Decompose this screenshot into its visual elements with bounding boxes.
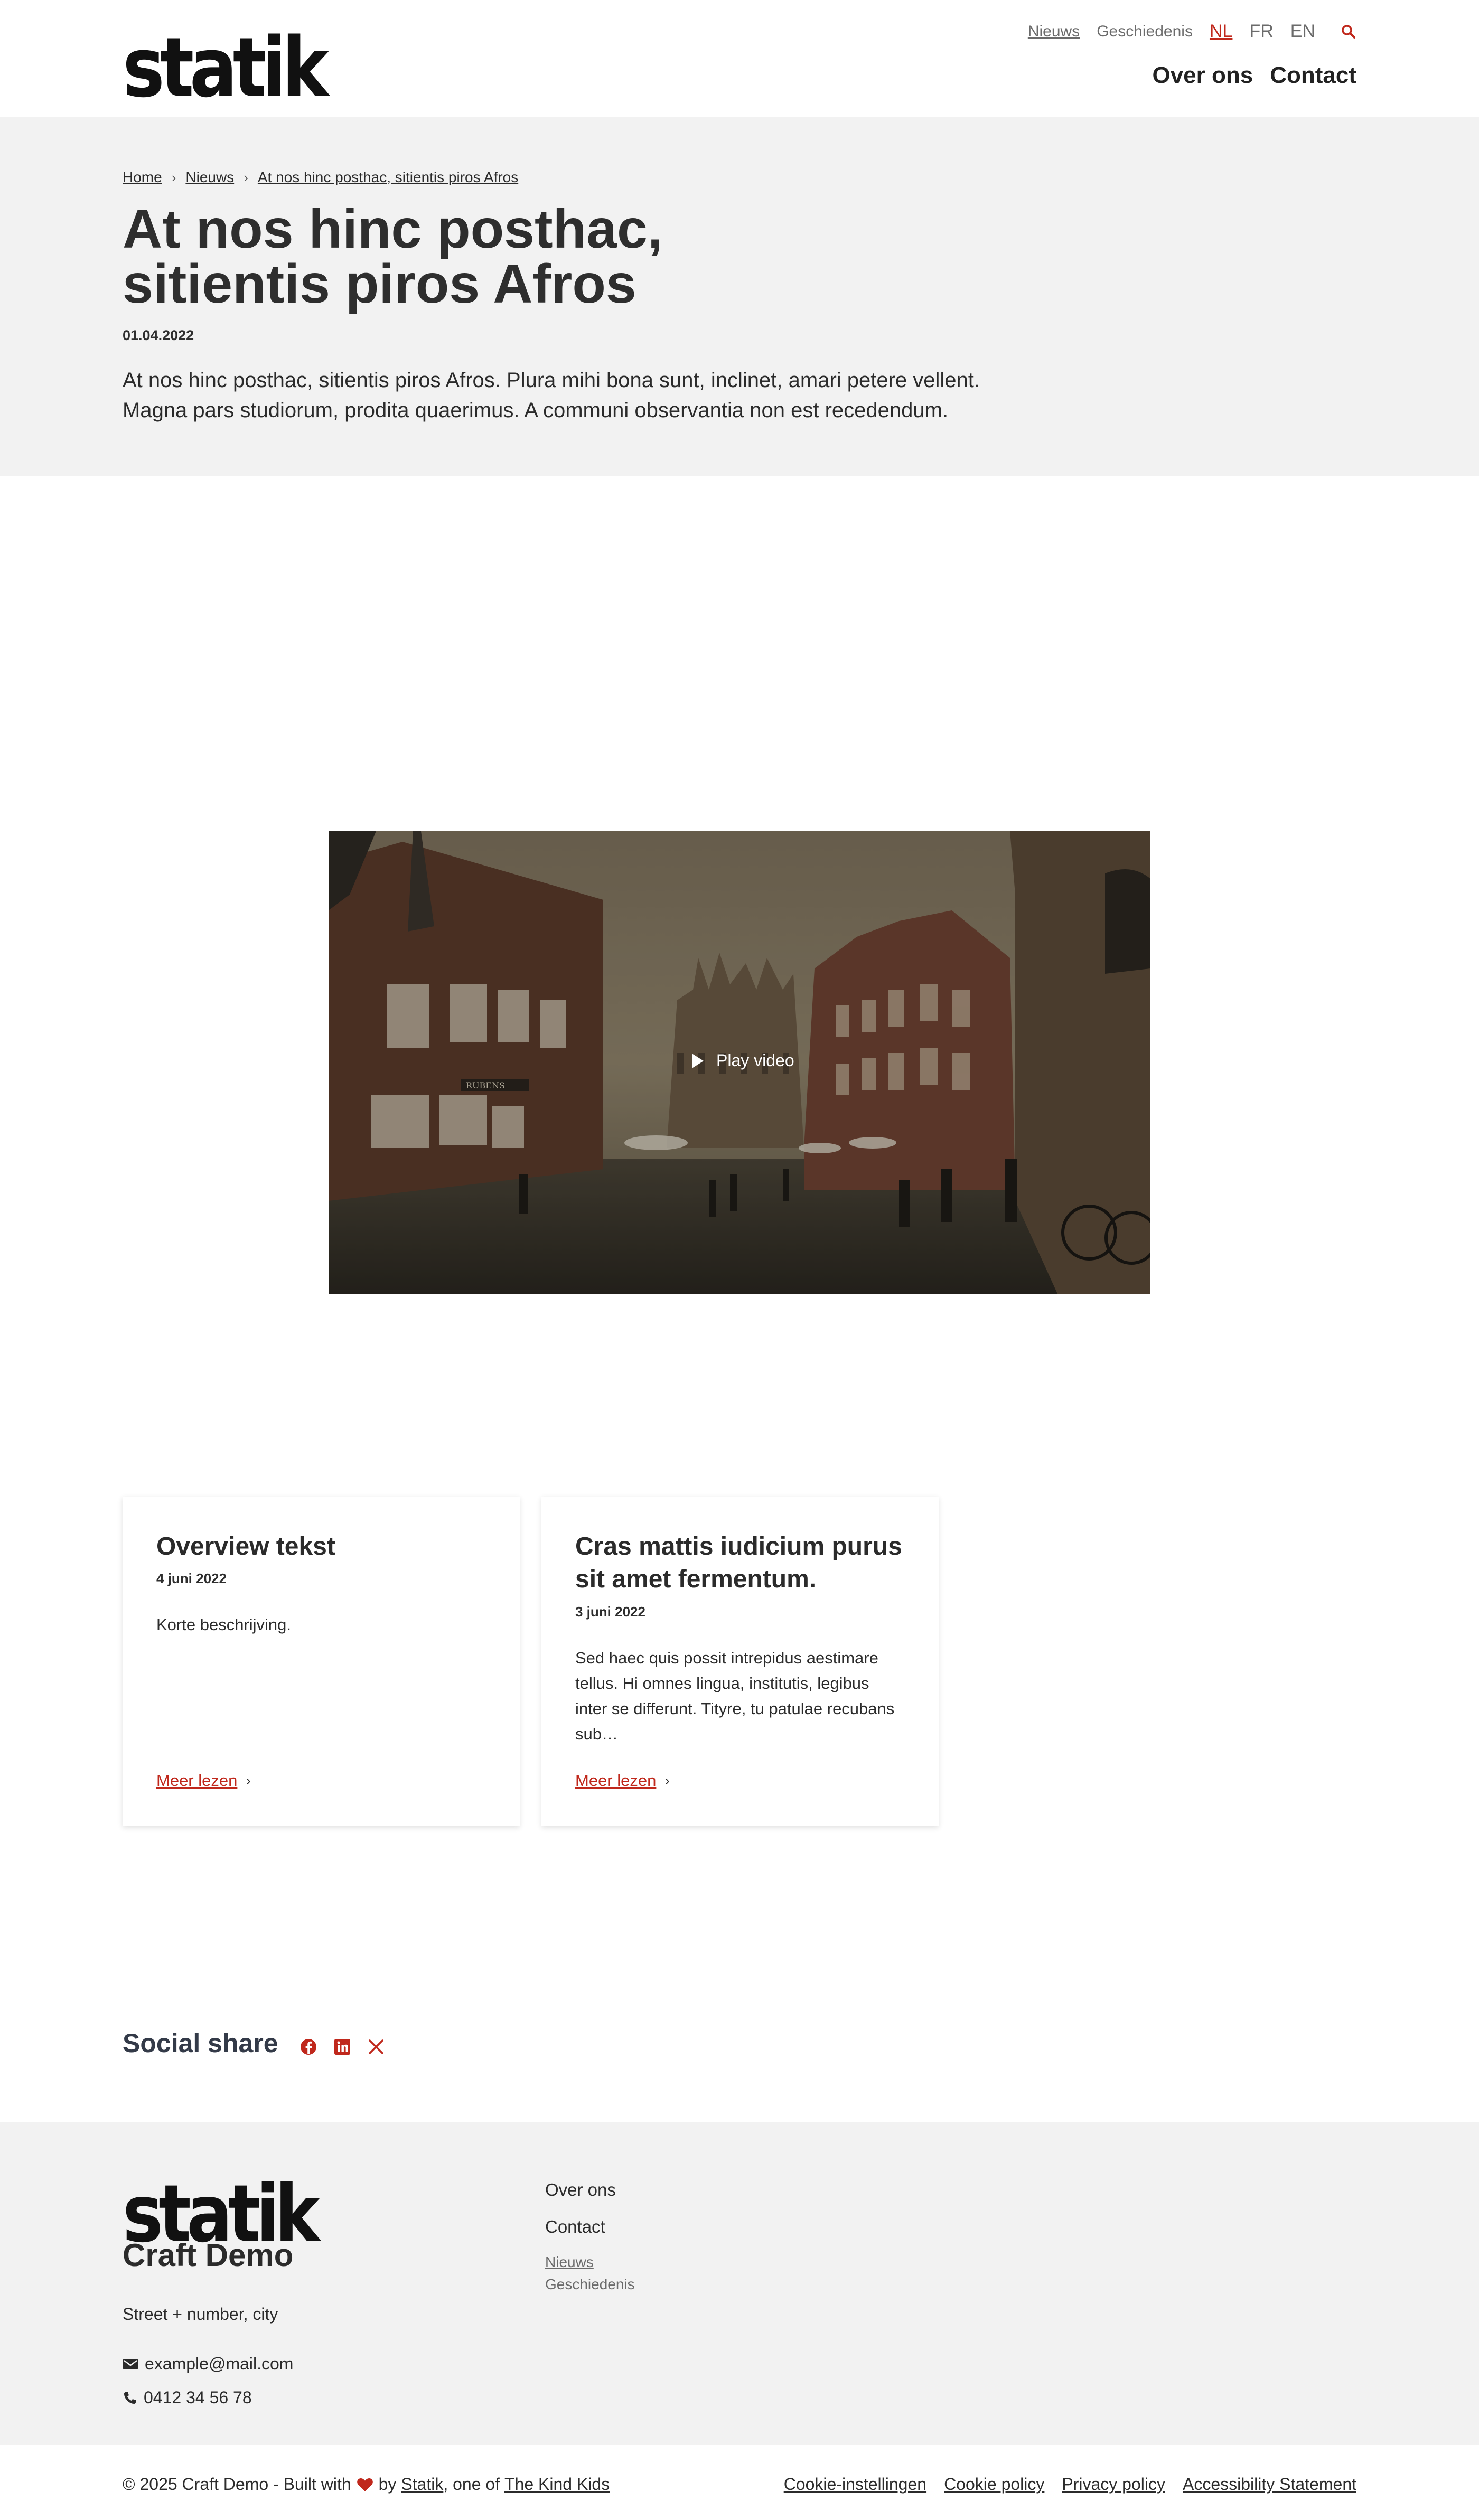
- linkedin-icon[interactable]: [333, 2038, 351, 2056]
- page-hero: Home › Nieuws › At nos hinc posthac, sit…: [0, 117, 1479, 476]
- search-icon[interactable]: [1341, 24, 1356, 40]
- social-share: Social share: [123, 2028, 401, 2058]
- footer-email-link[interactable]: example@mail.com: [145, 2354, 293, 2374]
- phone-icon: [124, 2392, 136, 2404]
- nav-over-ons[interactable]: Over ons: [1152, 62, 1253, 89]
- lang-nl[interactable]: NL: [1210, 21, 1232, 42]
- card-title[interactable]: Cras mattis iudicium purus sit amet ferm…: [575, 1530, 905, 1596]
- bottom-bar: © 2025 Craft Demo - Built with by Statik…: [0, 2445, 1479, 2520]
- utility-nav: Nieuws Geschiedenis NL FR EN: [1011, 21, 1356, 42]
- legal-links: Cookie-instellingen Cookie policy Privac…: [766, 2475, 1356, 2494]
- accessibility-statement-link[interactable]: Accessibility Statement: [1183, 2475, 1356, 2494]
- social-share-title: Social share: [123, 2028, 278, 2058]
- card-description: Korte beschrijving.: [156, 1615, 292, 1634]
- footer-email-row: example@mail.com: [123, 2354, 293, 2374]
- page-title-line-1: At nos hinc posthac,: [123, 199, 663, 260]
- card-date: 3 juni 2022: [575, 1603, 645, 1620]
- footer-nav-over-ons[interactable]: Over ons: [545, 2180, 635, 2200]
- cookie-settings-link[interactable]: Cookie-instellingen: [784, 2475, 926, 2494]
- breadcrumb-home[interactable]: Home: [123, 169, 162, 186]
- copyright-by: by: [378, 2475, 397, 2494]
- chevron-right-icon: ›: [246, 1772, 251, 1789]
- intro-line-1: At nos hinc posthac, sitientis piros Afr…: [123, 369, 980, 392]
- social-share-icons: [299, 2038, 401, 2056]
- kind-kids-link[interactable]: The Kind Kids: [504, 2475, 610, 2494]
- read-more-link[interactable]: Meer lezen ›: [575, 1771, 670, 1790]
- card-date: 4 juni 2022: [156, 1571, 227, 1587]
- chevron-right-icon: ›: [664, 1772, 670, 1789]
- x-icon[interactable]: [367, 2038, 385, 2056]
- cookie-policy-link[interactable]: Cookie policy: [944, 2475, 1044, 2494]
- util-nav-nieuws[interactable]: Nieuws: [1028, 23, 1080, 41]
- footer-nav-geschiedenis[interactable]: Geschiedenis: [545, 2276, 635, 2293]
- play-video-button[interactable]: Play video: [692, 1051, 794, 1070]
- page-title-line-2: sitientis piros Afros: [123, 253, 636, 315]
- footer-phone-link[interactable]: 0412 34 56 78: [144, 2388, 252, 2408]
- breadcrumb-nieuws[interactable]: Nieuws: [185, 169, 234, 186]
- nav-contact[interactable]: Contact: [1270, 62, 1356, 89]
- footer-address: Street + number, city: [123, 2305, 278, 2324]
- copyright: © 2025 Craft Demo - Built with by Statik…: [123, 2475, 610, 2494]
- footer-nav-contact[interactable]: Contact: [545, 2217, 635, 2237]
- copyright-text: © 2025 Craft Demo - Built with: [123, 2475, 351, 2494]
- intro-line-2: Magna pars studiorum, prodita quaerimus.…: [123, 398, 949, 422]
- site-header: statik Nieuws Geschiedenis NL FR EN Over…: [0, 0, 1479, 117]
- play-icon: [692, 1053, 704, 1068]
- read-more-label[interactable]: Meer lezen: [156, 1771, 237, 1790]
- intro-text: At nos hinc posthac, sitientis piros Afr…: [123, 365, 1021, 426]
- site-footer: statik Craft Demo Street + number, city …: [0, 2122, 1479, 2445]
- copyright-one-of: , one of: [443, 2475, 500, 2494]
- read-more-label[interactable]: Meer lezen: [575, 1771, 656, 1790]
- lang-en[interactable]: EN: [1290, 21, 1315, 42]
- chevron-right-icon: ›: [244, 169, 248, 185]
- envelope-icon: [123, 2358, 138, 2369]
- play-video-label: Play video: [716, 1051, 794, 1070]
- news-card: Overview tekst 4 juni 2022 Korte beschri…: [123, 1497, 520, 1826]
- footer-phone-row: 0412 34 56 78: [123, 2388, 252, 2408]
- card-description: Sed haec quis possit intrepidus aestimar…: [575, 1648, 895, 1743]
- video-player[interactable]: RUBENS Play video: [329, 831, 1150, 1294]
- statik-link[interactable]: Statik: [401, 2475, 443, 2494]
- site-logo[interactable]: statik: [123, 26, 329, 109]
- read-more-link[interactable]: Meer lezen ›: [156, 1771, 251, 1790]
- heart-icon: [357, 2478, 373, 2491]
- breadcrumb-current[interactable]: At nos hinc posthac, sitientis piros Afr…: [258, 169, 518, 186]
- news-card: Cras mattis iudicium purus sit amet ferm…: [541, 1497, 939, 1826]
- post-date: 01.04.2022: [123, 327, 194, 343]
- chevron-right-icon: ›: [171, 169, 176, 185]
- page-title: At nos hinc posthac, sitientis piros Afr…: [123, 202, 809, 312]
- footer-site-name: Craft Demo: [123, 2237, 294, 2273]
- lang-fr[interactable]: FR: [1249, 21, 1273, 42]
- footer-nav: Over ons Contact Nieuws Geschiedenis: [545, 2180, 635, 2293]
- privacy-policy-link[interactable]: Privacy policy: [1062, 2475, 1165, 2494]
- footer-nav-nieuws[interactable]: Nieuws: [545, 2254, 635, 2271]
- card-title[interactable]: Overview tekst: [156, 1530, 486, 1563]
- util-nav-geschiedenis[interactable]: Geschiedenis: [1097, 23, 1193, 41]
- breadcrumb: Home › Nieuws › At nos hinc posthac, sit…: [123, 169, 518, 186]
- main-nav: Over ons Contact: [1135, 62, 1356, 89]
- facebook-icon[interactable]: [299, 2038, 317, 2056]
